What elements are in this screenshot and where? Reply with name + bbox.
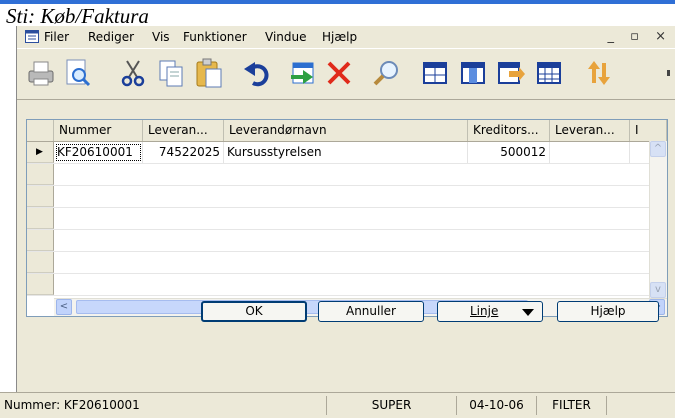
cell-leverandornavn[interactable]: Kursusstyrelsen xyxy=(224,142,468,163)
copy-icon[interactable] xyxy=(155,57,187,89)
menu-filer[interactable]: Filer xyxy=(44,30,69,44)
cell-kreditor[interactable]: 500012 xyxy=(468,142,550,163)
header-leverandor[interactable]: Leveran... xyxy=(143,120,224,141)
cell-leverandor[interactable]: 74522025 xyxy=(143,142,224,163)
row-indicator xyxy=(27,230,54,251)
app-menu-icon[interactable] xyxy=(25,30,39,43)
table-row[interactable] xyxy=(27,230,649,252)
columns-icon[interactable] xyxy=(457,57,489,89)
app-window: Filer Rediger Vis Funktioner Vindue Hjæl… xyxy=(16,26,675,417)
current-row-arrow-icon: ▶ xyxy=(36,147,43,157)
list-export-icon[interactable] xyxy=(495,57,527,89)
status-bar: Nummer: KF20610001 SUPER 04-10-06 FILTER xyxy=(0,392,675,418)
status-date: 04-10-06 xyxy=(456,396,536,415)
menu-vis[interactable]: Vis xyxy=(152,30,170,44)
window-controls: _ ▫ × xyxy=(608,29,673,44)
cut-icon[interactable] xyxy=(117,57,149,89)
delete-icon[interactable] xyxy=(323,57,355,89)
path-title: Sti: Køb/Faktura xyxy=(6,4,149,28)
restore-button[interactable]: ▫ xyxy=(630,29,645,44)
row-indicator xyxy=(27,186,54,207)
table-view-icon[interactable] xyxy=(419,57,451,89)
data-grid: Nummer Leveran... Leverandørnavn Kredito… xyxy=(26,119,668,317)
table-row[interactable]: ▶ KF20610001 74522025 Kursusstyrelsen 50… xyxy=(27,142,649,164)
table-row[interactable] xyxy=(27,252,649,274)
vertical-scrollbar[interactable]: ^ v xyxy=(649,141,667,298)
row-indicator[interactable]: ▶ xyxy=(27,142,54,163)
scroll-up-button[interactable]: ^ xyxy=(650,141,666,157)
menu-vindue[interactable]: Vindue xyxy=(265,30,307,44)
line-label: Linje xyxy=(470,304,499,318)
grid-icon[interactable] xyxy=(533,57,565,89)
find-icon[interactable] xyxy=(371,57,403,89)
grid-header: Nummer Leveran... Leverandørnavn Kredito… xyxy=(27,120,667,142)
help-button[interactable]: Hjælp xyxy=(557,301,659,322)
minimize-button[interactable]: _ xyxy=(608,29,621,44)
cancel-button[interactable]: Annuller xyxy=(318,301,424,322)
import-icon[interactable] xyxy=(287,57,319,89)
status-record: Nummer: KF20610001 xyxy=(4,398,140,412)
header-i[interactable]: I xyxy=(630,120,667,141)
ok-button[interactable]: OK xyxy=(201,301,307,322)
scroll-down-button[interactable]: v xyxy=(650,282,666,298)
table-row[interactable] xyxy=(27,274,649,296)
menu-hjaelp[interactable]: Hjælp xyxy=(322,30,357,44)
menu-bar: Filer Rediger Vis Funktioner Vindue Hjæl… xyxy=(17,26,675,48)
close-button[interactable]: × xyxy=(655,29,672,44)
status-user: SUPER xyxy=(326,396,456,415)
row-indicator xyxy=(27,274,54,295)
header-corner xyxy=(27,120,54,141)
cell-leverandor-2[interactable] xyxy=(550,142,630,163)
cell-nummer[interactable]: KF20610001 xyxy=(54,142,143,163)
line-dropdown-button[interactable]: Linje xyxy=(437,301,543,322)
menu-rediger[interactable]: Rediger xyxy=(88,30,134,44)
toolbar-overflow[interactable] xyxy=(667,70,670,76)
table-row[interactable] xyxy=(27,208,649,230)
paste-icon[interactable] xyxy=(193,57,225,89)
print-preview-icon[interactable] xyxy=(61,57,93,89)
table-row[interactable] xyxy=(27,186,649,208)
row-indicator xyxy=(27,208,54,229)
toolbar xyxy=(17,48,675,100)
print-icon[interactable] xyxy=(25,57,57,89)
menu-funktioner[interactable]: Funktioner xyxy=(183,30,247,44)
header-leverandor-2[interactable]: Leveran... xyxy=(550,120,630,141)
status-filter: FILTER xyxy=(536,396,606,415)
refresh-icon[interactable] xyxy=(583,57,615,89)
header-leverandornavn[interactable]: Leverandørnavn xyxy=(224,120,468,141)
table-row[interactable] xyxy=(27,164,649,186)
undo-icon[interactable] xyxy=(241,57,273,89)
row-indicator xyxy=(27,164,54,185)
header-kreditor[interactable]: Kreditors... xyxy=(468,120,550,141)
status-empty-cell xyxy=(606,396,675,415)
header-nummer[interactable]: Nummer xyxy=(54,120,143,141)
row-indicator xyxy=(27,252,54,273)
grid-pane: Nummer Leveran... Leverandørnavn Kredito… xyxy=(17,99,675,416)
scroll-left-button[interactable]: < xyxy=(56,299,72,315)
chevron-down-icon xyxy=(522,309,534,316)
